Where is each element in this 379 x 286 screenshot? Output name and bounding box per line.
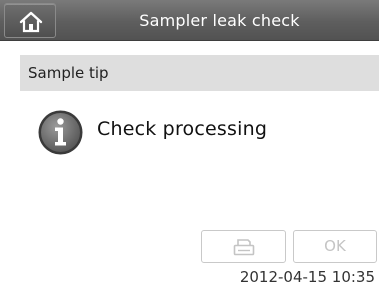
home-button[interactable] <box>4 3 56 38</box>
print-button[interactable] <box>201 230 286 263</box>
info-icon <box>38 110 83 155</box>
status-message: Check processing <box>97 118 268 140</box>
status-label: Sample tip <box>28 64 109 82</box>
ok-button[interactable]: OK <box>293 230 377 263</box>
title-bar: Sampler leak check <box>0 0 379 41</box>
ok-button-label: OK <box>324 237 346 255</box>
status-bar: Sample tip <box>20 55 379 91</box>
printer-icon <box>233 239 255 256</box>
timestamp: 2012-04-15 10:35 <box>239 268 375 286</box>
screen-title: Sampler leak check <box>139 11 300 30</box>
home-icon <box>19 11 43 33</box>
